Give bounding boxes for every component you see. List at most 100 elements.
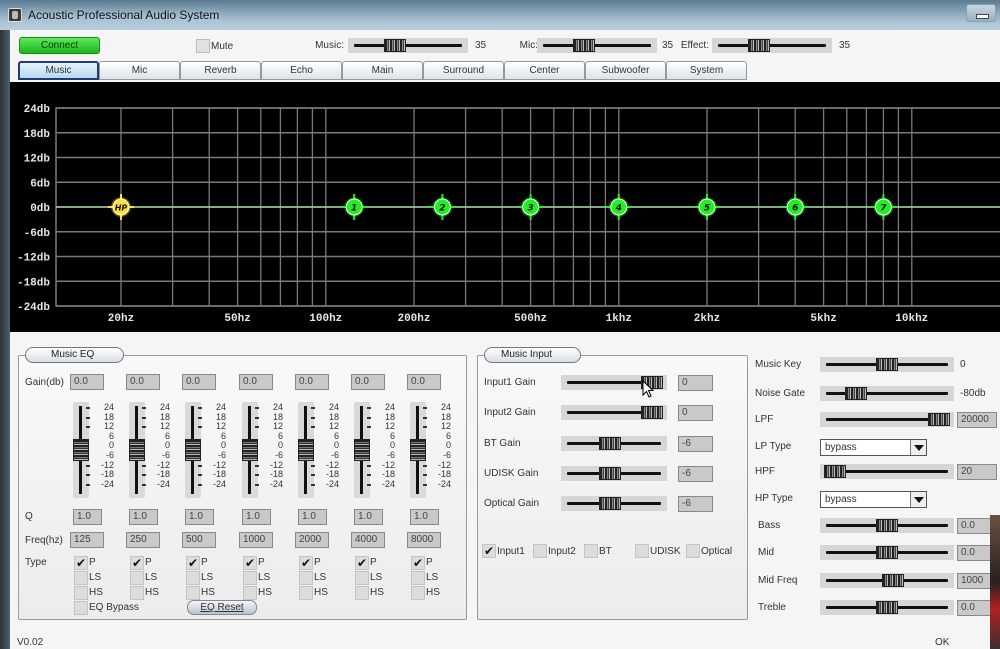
source-input1-checkbox[interactable]: ✔ <box>482 544 496 558</box>
mic-volume-slider[interactable] <box>537 38 657 53</box>
slider-thumb[interactable] <box>383 39 406 52</box>
slider-thumb[interactable] <box>882 574 905 587</box>
input-gain-field[interactable]: 0 <box>678 405 713 421</box>
band-type-p-checkbox[interactable]: ✔ <box>130 556 144 570</box>
eq-band-handle[interactable]: 5 <box>694 194 721 220</box>
music-key-slider[interactable] <box>820 357 954 372</box>
band-type-hs-checkbox[interactable] <box>243 586 257 600</box>
band-freq-field[interactable]: 4000 <box>351 532 385 548</box>
tab-subwoofer[interactable]: Subwoofer <box>585 61 666 80</box>
band-type-ls-checkbox[interactable] <box>186 571 200 585</box>
eq-band-handle[interactable]: 1 <box>341 194 368 220</box>
source-bt-checkbox[interactable] <box>584 544 598 558</box>
source-optical-checkbox[interactable] <box>686 544 700 558</box>
slider-thumb[interactable] <box>844 387 867 400</box>
band-freq-field[interactable]: 500 <box>182 532 216 548</box>
eq-band-handle[interactable]: 2 <box>429 194 456 220</box>
band-q-field[interactable]: 1.0 <box>129 509 158 525</box>
slider-thumb[interactable] <box>824 465 846 478</box>
band-gain-field[interactable]: 0.0 <box>239 374 273 390</box>
eq-response-graph[interactable]: 24db 18db 12db 6db 0db -6db -12db -18db -24db 20h… <box>10 82 1000 332</box>
tab-mic[interactable]: Mic <box>99 61 180 80</box>
band-type-p-checkbox[interactable]: ✔ <box>355 556 369 570</box>
eq-band-handle[interactable]: 3 <box>517 194 544 220</box>
ok-label[interactable]: OK <box>935 637 949 648</box>
band-gain-field[interactable]: 0.0 <box>70 374 104 390</box>
band-q-field[interactable]: 1.0 <box>354 509 383 525</box>
mid-freq-slider[interactable] <box>820 573 954 588</box>
band-gain-field[interactable]: 0.0 <box>126 374 160 390</box>
band-type-ls-checkbox[interactable] <box>243 571 257 585</box>
band-type-hs-checkbox[interactable] <box>299 586 313 600</box>
band-type-hs-checkbox[interactable] <box>411 586 425 600</box>
slider-thumb[interactable] <box>641 406 663 419</box>
input-gain-slider[interactable] <box>561 405 667 420</box>
band-type-p-checkbox[interactable]: ✔ <box>74 556 88 570</box>
bass-slider[interactable] <box>820 518 954 533</box>
band-type-ls-checkbox[interactable] <box>411 571 425 585</box>
band-q-field[interactable]: 1.0 <box>185 509 214 525</box>
input-gain-slider[interactable] <box>561 496 667 511</box>
band-type-hs-checkbox[interactable] <box>186 586 200 600</box>
band-freq-field[interactable]: 125 <box>70 532 104 548</box>
connect-button[interactable]: Connect <box>19 37 100 54</box>
tab-music[interactable]: Music <box>18 61 99 80</box>
effect-volume-slider[interactable] <box>712 38 832 53</box>
band-freq-field[interactable]: 8000 <box>407 532 441 548</box>
eq-band-handle[interactable]: 4 <box>605 194 632 220</box>
tab-system[interactable]: System <box>666 61 747 80</box>
band-type-hs-checkbox[interactable] <box>74 586 88 600</box>
hpf-field[interactable]: 20 <box>957 464 997 480</box>
tab-echo[interactable]: Echo <box>261 61 342 80</box>
eq-bypass-checkbox[interactable] <box>74 601 88 615</box>
dropdown-arrow-icon[interactable] <box>910 440 926 455</box>
band-freq-field[interactable]: 1000 <box>239 532 273 548</box>
slider-thumb[interactable] <box>876 358 898 371</box>
band-type-hs-checkbox[interactable] <box>130 586 144 600</box>
slider-thumb[interactable] <box>876 601 898 614</box>
input-gain-field[interactable]: 0 <box>678 375 713 391</box>
band-q-field[interactable]: 1.0 <box>73 509 102 525</box>
highpass-handle[interactable]: HP <box>108 194 135 220</box>
slider-thumb[interactable] <box>599 497 622 510</box>
eq-band-handle[interactable]: 7 <box>870 194 897 220</box>
noise-gate-slider[interactable] <box>820 386 954 401</box>
band-gain-field[interactable]: 0.0 <box>407 374 441 390</box>
slider-thumb[interactable] <box>599 467 622 480</box>
band-type-ls-checkbox[interactable] <box>299 571 313 585</box>
band-gain-field[interactable]: 0.0 <box>295 374 329 390</box>
source-udisk-checkbox[interactable] <box>635 544 649 558</box>
input-gain-slider[interactable] <box>561 466 667 481</box>
hpf-slider[interactable] <box>820 464 954 479</box>
band-freq-field[interactable]: 2000 <box>295 532 329 548</box>
band-gain-field[interactable]: 0.0 <box>182 374 216 390</box>
band-q-field[interactable]: 1.0 <box>298 509 327 525</box>
hp-type-select[interactable]: bypass <box>820 491 927 508</box>
dropdown-arrow-icon[interactable] <box>910 492 926 507</box>
tab-main[interactable]: Main <box>342 61 423 80</box>
band-type-hs-checkbox[interactable] <box>355 586 369 600</box>
slider-thumb[interactable] <box>876 519 898 532</box>
slider-thumb[interactable] <box>876 546 898 559</box>
mute-checkbox[interactable] <box>196 39 210 53</box>
treble-slider[interactable] <box>820 600 954 615</box>
tab-surround[interactable]: Surround <box>423 61 504 80</box>
band-type-p-checkbox[interactable]: ✔ <box>186 556 200 570</box>
eq-band-handle[interactable]: 6 <box>782 194 809 220</box>
music-volume-slider[interactable] <box>348 38 468 53</box>
lpf-slider[interactable] <box>820 412 954 427</box>
band-type-ls-checkbox[interactable] <box>130 571 144 585</box>
band-type-ls-checkbox[interactable] <box>355 571 369 585</box>
input-gain-slider[interactable] <box>561 436 667 451</box>
input-gain-field[interactable]: -6 <box>678 496 713 512</box>
lpf-field[interactable]: 20000 <box>957 412 997 428</box>
band-type-p-checkbox[interactable]: ✔ <box>299 556 313 570</box>
band-q-field[interactable]: 1.0 <box>242 509 271 525</box>
tab-center[interactable]: Center <box>504 61 585 80</box>
band-freq-field[interactable]: 250 <box>126 532 160 548</box>
slider-thumb[interactable] <box>572 39 595 52</box>
slider-thumb[interactable] <box>599 437 622 450</box>
slider-thumb[interactable] <box>928 413 950 426</box>
eq-reset-button[interactable]: EQ Reset <box>187 600 257 615</box>
band-q-field[interactable]: 1.0 <box>410 509 439 525</box>
